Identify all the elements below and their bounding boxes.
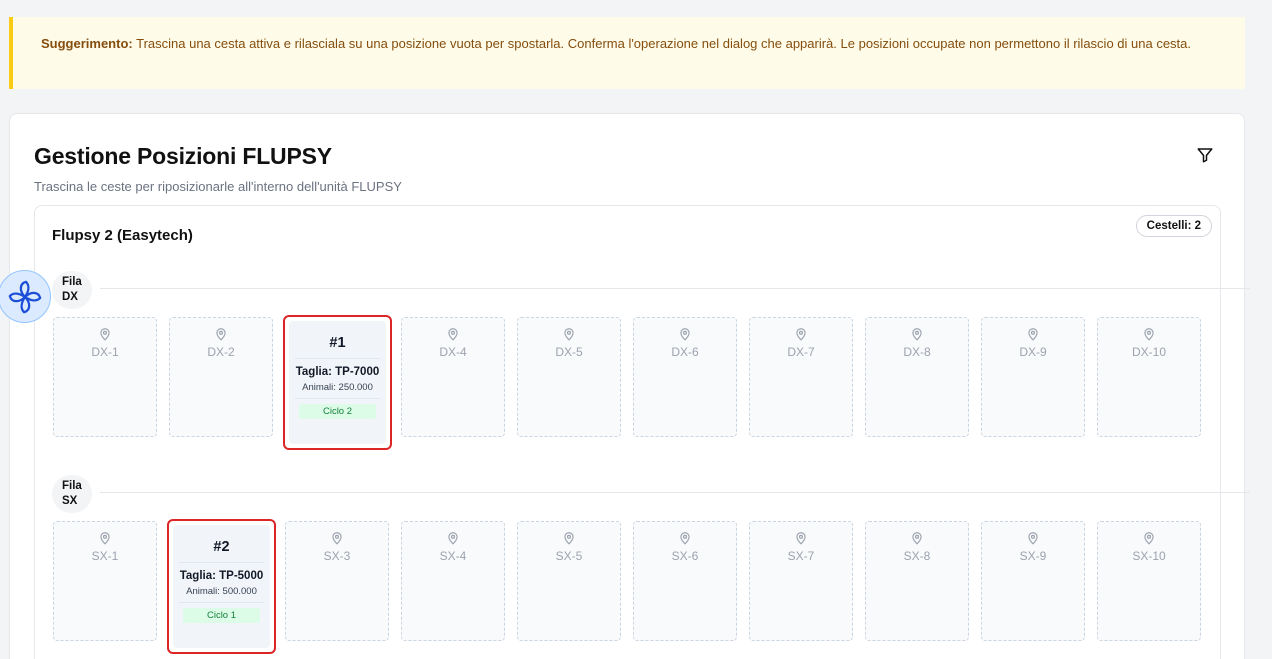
map-pin-icon — [910, 327, 924, 343]
basket-card[interactable]: #2 Taglia: TP-5000 Animali: 500.000 Ciclo 1 — [167, 519, 276, 654]
page-title: Gestione Posizioni FLUPSY — [34, 143, 332, 169]
basket-size: Taglia: TP-7000 — [295, 366, 380, 378]
position-slot[interactable]: SX-3 — [285, 521, 389, 641]
position-slot[interactable]: SX-8 — [865, 521, 969, 641]
position-slot[interactable]: SX-4 — [401, 521, 505, 641]
map-pin-icon — [446, 531, 460, 547]
tip-banner: Suggerimento: Trascina una cesta attiva … — [9, 17, 1245, 89]
basket-body: #1 Taglia: TP-7000 Animali: 250.000 Ciclo 2 — [289, 321, 386, 444]
position-slot[interactable]: DX-8 — [865, 317, 969, 437]
map-pin-icon — [98, 531, 112, 547]
map-pin-icon — [1142, 327, 1156, 343]
map-pin-icon — [98, 327, 112, 343]
pinwheel-icon — [8, 280, 42, 314]
filter-icon[interactable] — [1196, 146, 1214, 164]
map-pin-icon — [678, 531, 692, 547]
slot-label: SX-6 — [671, 549, 699, 563]
row-divider — [100, 288, 1250, 289]
row-label-line1: Fila — [62, 276, 82, 288]
position-slot[interactable]: SX-10 — [1097, 521, 1201, 641]
slot-label: DX-2 — [207, 345, 235, 359]
basket-number: #1 — [295, 321, 380, 359]
slot-label: DX-1 — [91, 345, 119, 359]
row-divider — [100, 492, 1250, 493]
map-pin-icon — [214, 327, 228, 343]
position-slot[interactable]: SX-7 — [749, 521, 853, 641]
tip-label: Suggerimento: — [41, 36, 133, 51]
row-label-line2: DX — [62, 291, 78, 303]
slot-label: SX-5 — [555, 549, 583, 563]
map-pin-icon — [330, 531, 344, 547]
basket-card[interactable]: #1 Taglia: TP-7000 Animali: 250.000 Ciclo 2 — [283, 315, 392, 450]
position-slot[interactable]: DX-4 — [401, 317, 505, 437]
row-label-line2: SX — [62, 495, 78, 507]
slot-label: SX-4 — [439, 549, 467, 563]
position-slot[interactable]: DX-2 — [169, 317, 273, 437]
position-slot[interactable]: SX-6 — [633, 521, 737, 641]
row-label-line1: Fila — [62, 480, 82, 492]
map-pin-icon — [1026, 531, 1040, 547]
basket-cycle-badge: Ciclo 1 — [183, 608, 260, 623]
slot-label: SX-9 — [1019, 549, 1047, 563]
row-label: Fila DX — [52, 271, 92, 309]
position-slot[interactable]: SX-5 — [517, 521, 621, 641]
map-pin-icon — [446, 327, 460, 343]
assistant-button[interactable] — [0, 270, 51, 323]
flupsy-name: Flupsy 2 (Easytech) — [52, 227, 193, 244]
map-pin-icon — [678, 327, 692, 343]
map-pin-icon — [910, 531, 924, 547]
basket-body: #2 Taglia: TP-5000 Animali: 500.000 Ciclo 1 — [173, 525, 270, 648]
slot-label: DX-7 — [787, 345, 815, 359]
basket-count-badge: Cestelli: 2 — [1135, 215, 1212, 237]
map-pin-icon — [562, 327, 576, 343]
slot-label: DX-10 — [1131, 345, 1166, 359]
map-pin-icon — [562, 531, 576, 547]
slot-label: SX-7 — [787, 549, 815, 563]
map-pin-icon — [794, 327, 808, 343]
basket-animals: Animali: 500.000 — [179, 586, 264, 603]
position-slot[interactable]: DX-1 — [53, 317, 157, 437]
row-label: Fila SX — [52, 475, 92, 513]
basket-animals: Animali: 250.000 — [295, 382, 380, 399]
map-pin-icon — [794, 531, 808, 547]
slot-label: SX-10 — [1132, 549, 1166, 563]
position-slot[interactable]: SX-9 — [981, 521, 1085, 641]
slot-label: SX-8 — [903, 549, 931, 563]
map-pin-icon — [1026, 327, 1040, 343]
position-slot[interactable]: DX-6 — [633, 317, 737, 437]
slot-label: SX-3 — [323, 549, 351, 563]
slot-label: DX-4 — [439, 345, 467, 359]
position-slot[interactable]: DX-9 — [981, 317, 1085, 437]
position-slot[interactable]: DX-7 — [749, 317, 853, 437]
slot-label: DX-9 — [1019, 345, 1047, 359]
tip-text: Trascina una cesta attiva e rilasciala s… — [132, 36, 1191, 51]
basket-number: #2 — [179, 525, 264, 563]
map-pin-icon — [1142, 531, 1156, 547]
slot-label: DX-6 — [671, 345, 699, 359]
position-slot[interactable]: DX-10 — [1097, 317, 1201, 437]
position-slot[interactable]: DX-5 — [517, 317, 621, 437]
slot-label: SX-1 — [91, 549, 119, 563]
slot-label: DX-8 — [903, 345, 931, 359]
slot-label: DX-5 — [555, 345, 583, 359]
basket-cycle-badge: Ciclo 2 — [299, 404, 376, 419]
basket-size: Taglia: TP-5000 — [179, 570, 264, 582]
position-slot[interactable]: SX-1 — [53, 521, 157, 641]
page-subtitle: Trascina le ceste per riposizionarle all… — [34, 179, 402, 194]
